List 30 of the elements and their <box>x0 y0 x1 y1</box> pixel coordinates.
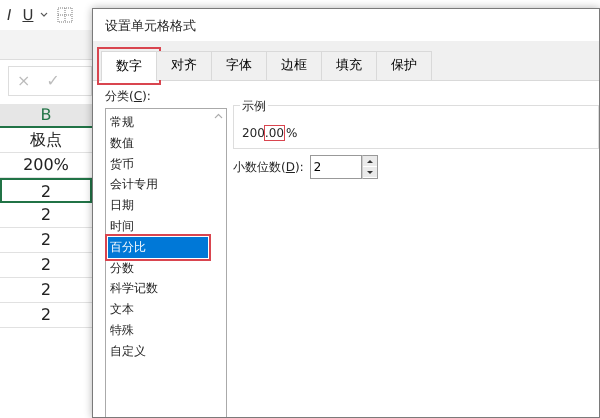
table-cell[interactable]: 2 <box>0 178 92 203</box>
column-header[interactable]: B <box>0 104 92 128</box>
list-item[interactable]: 常规 <box>108 112 208 133</box>
list-item[interactable]: 分数 <box>108 258 208 278</box>
list-item[interactable]: 会计专用 <box>108 174 208 196</box>
down-arrow-icon[interactable] <box>366 168 374 176</box>
dialog-title: 设置单元格格式 <box>104 18 197 36</box>
list-item[interactable]: 科学记数 <box>108 278 208 300</box>
borders-icon[interactable] <box>57 7 74 23</box>
decimal-places-field[interactable]: 2 <box>310 155 362 179</box>
underline-button[interactable]: U <box>18 1 38 29</box>
decimal-places-label: 小数位数(D): <box>233 159 304 176</box>
list-item[interactable]: 百分比 <box>108 236 208 258</box>
category-list[interactable]: 常规 数值 货币 会计专用 日期 时间 百分比 分数 科学记数 文本 特殊 自定义 <box>105 108 227 417</box>
spin-up-button[interactable] <box>362 156 377 166</box>
tab[interactable]: 对齐 <box>156 51 212 80</box>
list-item[interactable]: 数值 <box>108 132 208 154</box>
list-item[interactable]: 特殊 <box>108 320 208 341</box>
sample-value: 200.00 % <box>242 126 298 140</box>
list-item[interactable]: 时间 <box>108 216 208 237</box>
list-item[interactable]: 自定义 <box>108 340 208 362</box>
list-item[interactable]: 文本 <box>108 299 208 320</box>
tab[interactable]: 保护 <box>376 51 432 80</box>
list-item[interactable]: 货币 <box>108 154 208 174</box>
list-item[interactable]: 日期 <box>108 195 208 216</box>
caret-icon[interactable] <box>40 12 48 18</box>
spin-down-button[interactable] <box>362 167 377 177</box>
category-label: 分类(C): <box>105 88 152 105</box>
up-arrow-icon[interactable] <box>366 158 374 164</box>
italic-button[interactable]: I <box>3 1 16 29</box>
